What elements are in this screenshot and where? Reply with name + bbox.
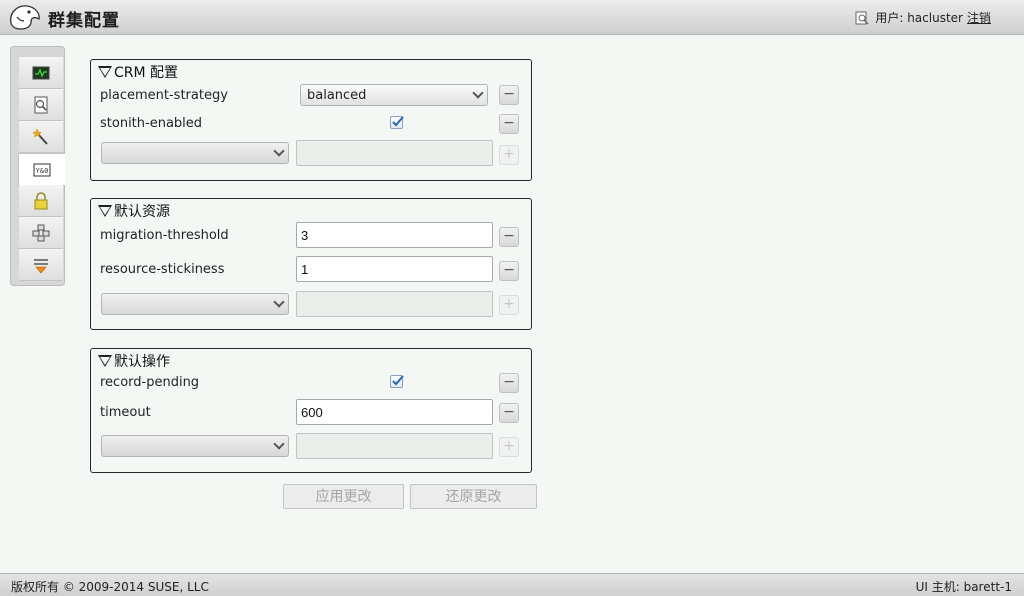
copyright-text: 版权所有 © 2009-2014 SUSE, LLC	[11, 580, 209, 594]
logo-icon	[10, 5, 40, 30]
migration-threshold-label: migration-threshold	[100, 228, 229, 243]
dashboard-icon	[34, 258, 48, 273]
sidebar-item-wizard[interactable]	[19, 121, 63, 153]
revert-changes-button[interactable]: 还原更改	[410, 484, 537, 509]
placement-strategy-select[interactable]: balanced	[300, 84, 488, 106]
timeout-label: timeout	[100, 405, 151, 420]
page-title: 群集配置	[48, 11, 120, 31]
acl-icon	[34, 191, 48, 209]
collapse-triangle-icon	[98, 205, 112, 217]
remove-record-pending-button[interactable]: −	[499, 373, 519, 393]
status-icon	[32, 66, 50, 79]
op-defaults-title[interactable]: 默认操作	[98, 351, 170, 371]
chevron-down-icon	[273, 296, 285, 308]
apply-changes-button[interactable]: 应用更改	[283, 484, 404, 509]
sidebar-item-acl[interactable]	[19, 185, 63, 217]
user-area: 用户: hacluster 注销	[855, 9, 991, 26]
new-resource-default-value-input[interactable]	[296, 291, 493, 317]
remove-stonith-button[interactable]: −	[499, 114, 519, 134]
add-property-button[interactable]: +	[499, 145, 519, 165]
svg-text:Y&0: Y&0	[36, 167, 49, 175]
chevron-down-icon	[472, 87, 484, 99]
chevron-down-icon	[273, 438, 285, 450]
user-label: 用户: hacluster	[875, 11, 963, 25]
resource-defaults-title[interactable]: 默认资源	[98, 201, 170, 221]
crm-config-title-text: CRM 配置	[114, 65, 179, 81]
migration-threshold-input[interactable]	[296, 222, 493, 248]
user-icon	[855, 11, 869, 25]
placement-strategy-value: balanced	[307, 88, 367, 103]
sidebar-item-history[interactable]	[19, 89, 63, 121]
remove-placement-button[interactable]: −	[499, 85, 519, 105]
crm-config-panel: CRM 配置 placement-strategy balanced − sto…	[90, 59, 532, 181]
resource-stickiness-input[interactable]	[296, 256, 493, 282]
check-icon	[392, 116, 404, 127]
record-pending-checkbox[interactable]	[390, 375, 404, 388]
collapse-triangle-icon	[98, 355, 112, 367]
sidebar-item-config[interactable]: Y&0	[18, 153, 65, 186]
add-resource-default-button[interactable]: +	[499, 295, 519, 315]
check-icon	[392, 375, 404, 386]
op-defaults-title-text: 默认操作	[114, 354, 170, 370]
remove-stickiness-button[interactable]: −	[499, 261, 519, 281]
new-op-default-select[interactable]	[101, 435, 289, 457]
remove-migration-button[interactable]: −	[499, 227, 519, 247]
collapse-triangle-icon	[98, 66, 112, 78]
sidebar: Y&0	[10, 46, 65, 286]
record-pending-label: record-pending	[100, 375, 200, 390]
add-op-default-button[interactable]: +	[499, 437, 519, 457]
op-defaults-panel: 默认操作 record-pending − timeout − +	[90, 348, 532, 473]
app-header: 群集配置 用户: hacluster 注销	[0, 0, 1024, 35]
placement-strategy-label: placement-strategy	[100, 88, 228, 103]
cluster-icon	[32, 224, 50, 241]
new-property-select[interactable]	[101, 142, 289, 164]
sidebar-item-status[interactable]	[19, 57, 63, 89]
stonith-enabled-checkbox[interactable]	[390, 116, 404, 129]
new-property-value-input[interactable]	[296, 140, 493, 166]
sidebar-item-dashboard[interactable]	[19, 249, 63, 281]
sidebar-item-cluster[interactable]	[19, 217, 63, 249]
config-icon: Y&0	[33, 163, 51, 176]
stonith-enabled-label: stonith-enabled	[100, 116, 203, 131]
resource-defaults-panel: 默认资源 migration-threshold − resource-stic…	[90, 198, 532, 330]
chevron-down-icon	[273, 145, 285, 157]
new-op-default-value-input[interactable]	[296, 433, 493, 459]
logout-link[interactable]: 注销	[967, 9, 991, 26]
remove-timeout-button[interactable]: −	[499, 403, 519, 423]
timeout-input[interactable]	[296, 399, 493, 425]
new-resource-default-select[interactable]	[101, 293, 289, 315]
history-icon	[34, 96, 48, 113]
host-info: UI 主机: barett-1	[915, 580, 1012, 594]
resource-stickiness-label: resource-stickiness	[100, 262, 225, 277]
crm-config-title[interactable]: CRM 配置	[98, 62, 178, 82]
resource-defaults-title-text: 默认资源	[114, 204, 170, 220]
footer: 版权所有 © 2009-2014 SUSE, LLC UI 主机: barett…	[0, 573, 1024, 596]
wizard-icon	[32, 127, 48, 145]
